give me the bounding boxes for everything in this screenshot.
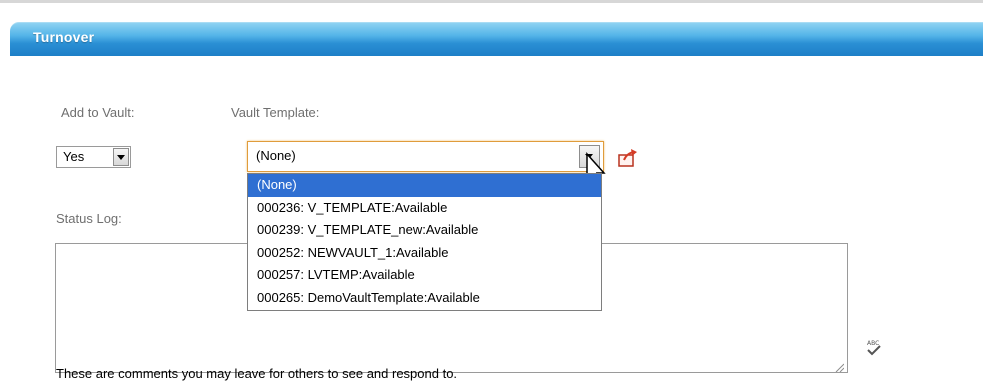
vault-template-option[interactable]: (None): [248, 174, 601, 197]
vault-template-option[interactable]: 000252: NEWVAULT_1:Available: [248, 242, 601, 265]
vault-template-option[interactable]: 000257: LVTEMP:Available: [248, 264, 601, 287]
section-header: Turnover: [10, 22, 983, 56]
vault-template-options[interactable]: (None) 000236: V_TEMPLATE:Available 0002…: [247, 173, 602, 311]
add-to-vault-select[interactable]: Yes: [56, 146, 131, 168]
resize-grip-icon[interactable]: [834, 359, 845, 373]
status-log-label: Status Log:: [56, 211, 122, 226]
spellcheck-icon[interactable]: ABC: [864, 338, 884, 358]
add-to-vault-label: Add to Vault:: [61, 105, 135, 120]
top-divider: [0, 0, 983, 3]
vault-template-label: Vault Template:: [231, 105, 320, 120]
vault-template-select[interactable]: (None): [247, 141, 604, 172]
vault-template-value: (None): [256, 148, 296, 163]
chevron-down-icon[interactable]: [113, 148, 129, 166]
section-title: Turnover: [33, 29, 95, 45]
add-to-vault-value: Yes: [63, 149, 85, 164]
status-log-helper-text: These are comments you may leave for oth…: [56, 366, 458, 381]
export-icon[interactable]: [616, 147, 640, 169]
svg-text:ABC: ABC: [867, 340, 879, 347]
vault-template-option[interactable]: 000265: DemoVaultTemplate:Available: [248, 287, 601, 310]
vault-template-option[interactable]: 000236: V_TEMPLATE:Available: [248, 197, 601, 220]
vault-template-option[interactable]: 000239: V_TEMPLATE_new:Available: [248, 219, 601, 242]
